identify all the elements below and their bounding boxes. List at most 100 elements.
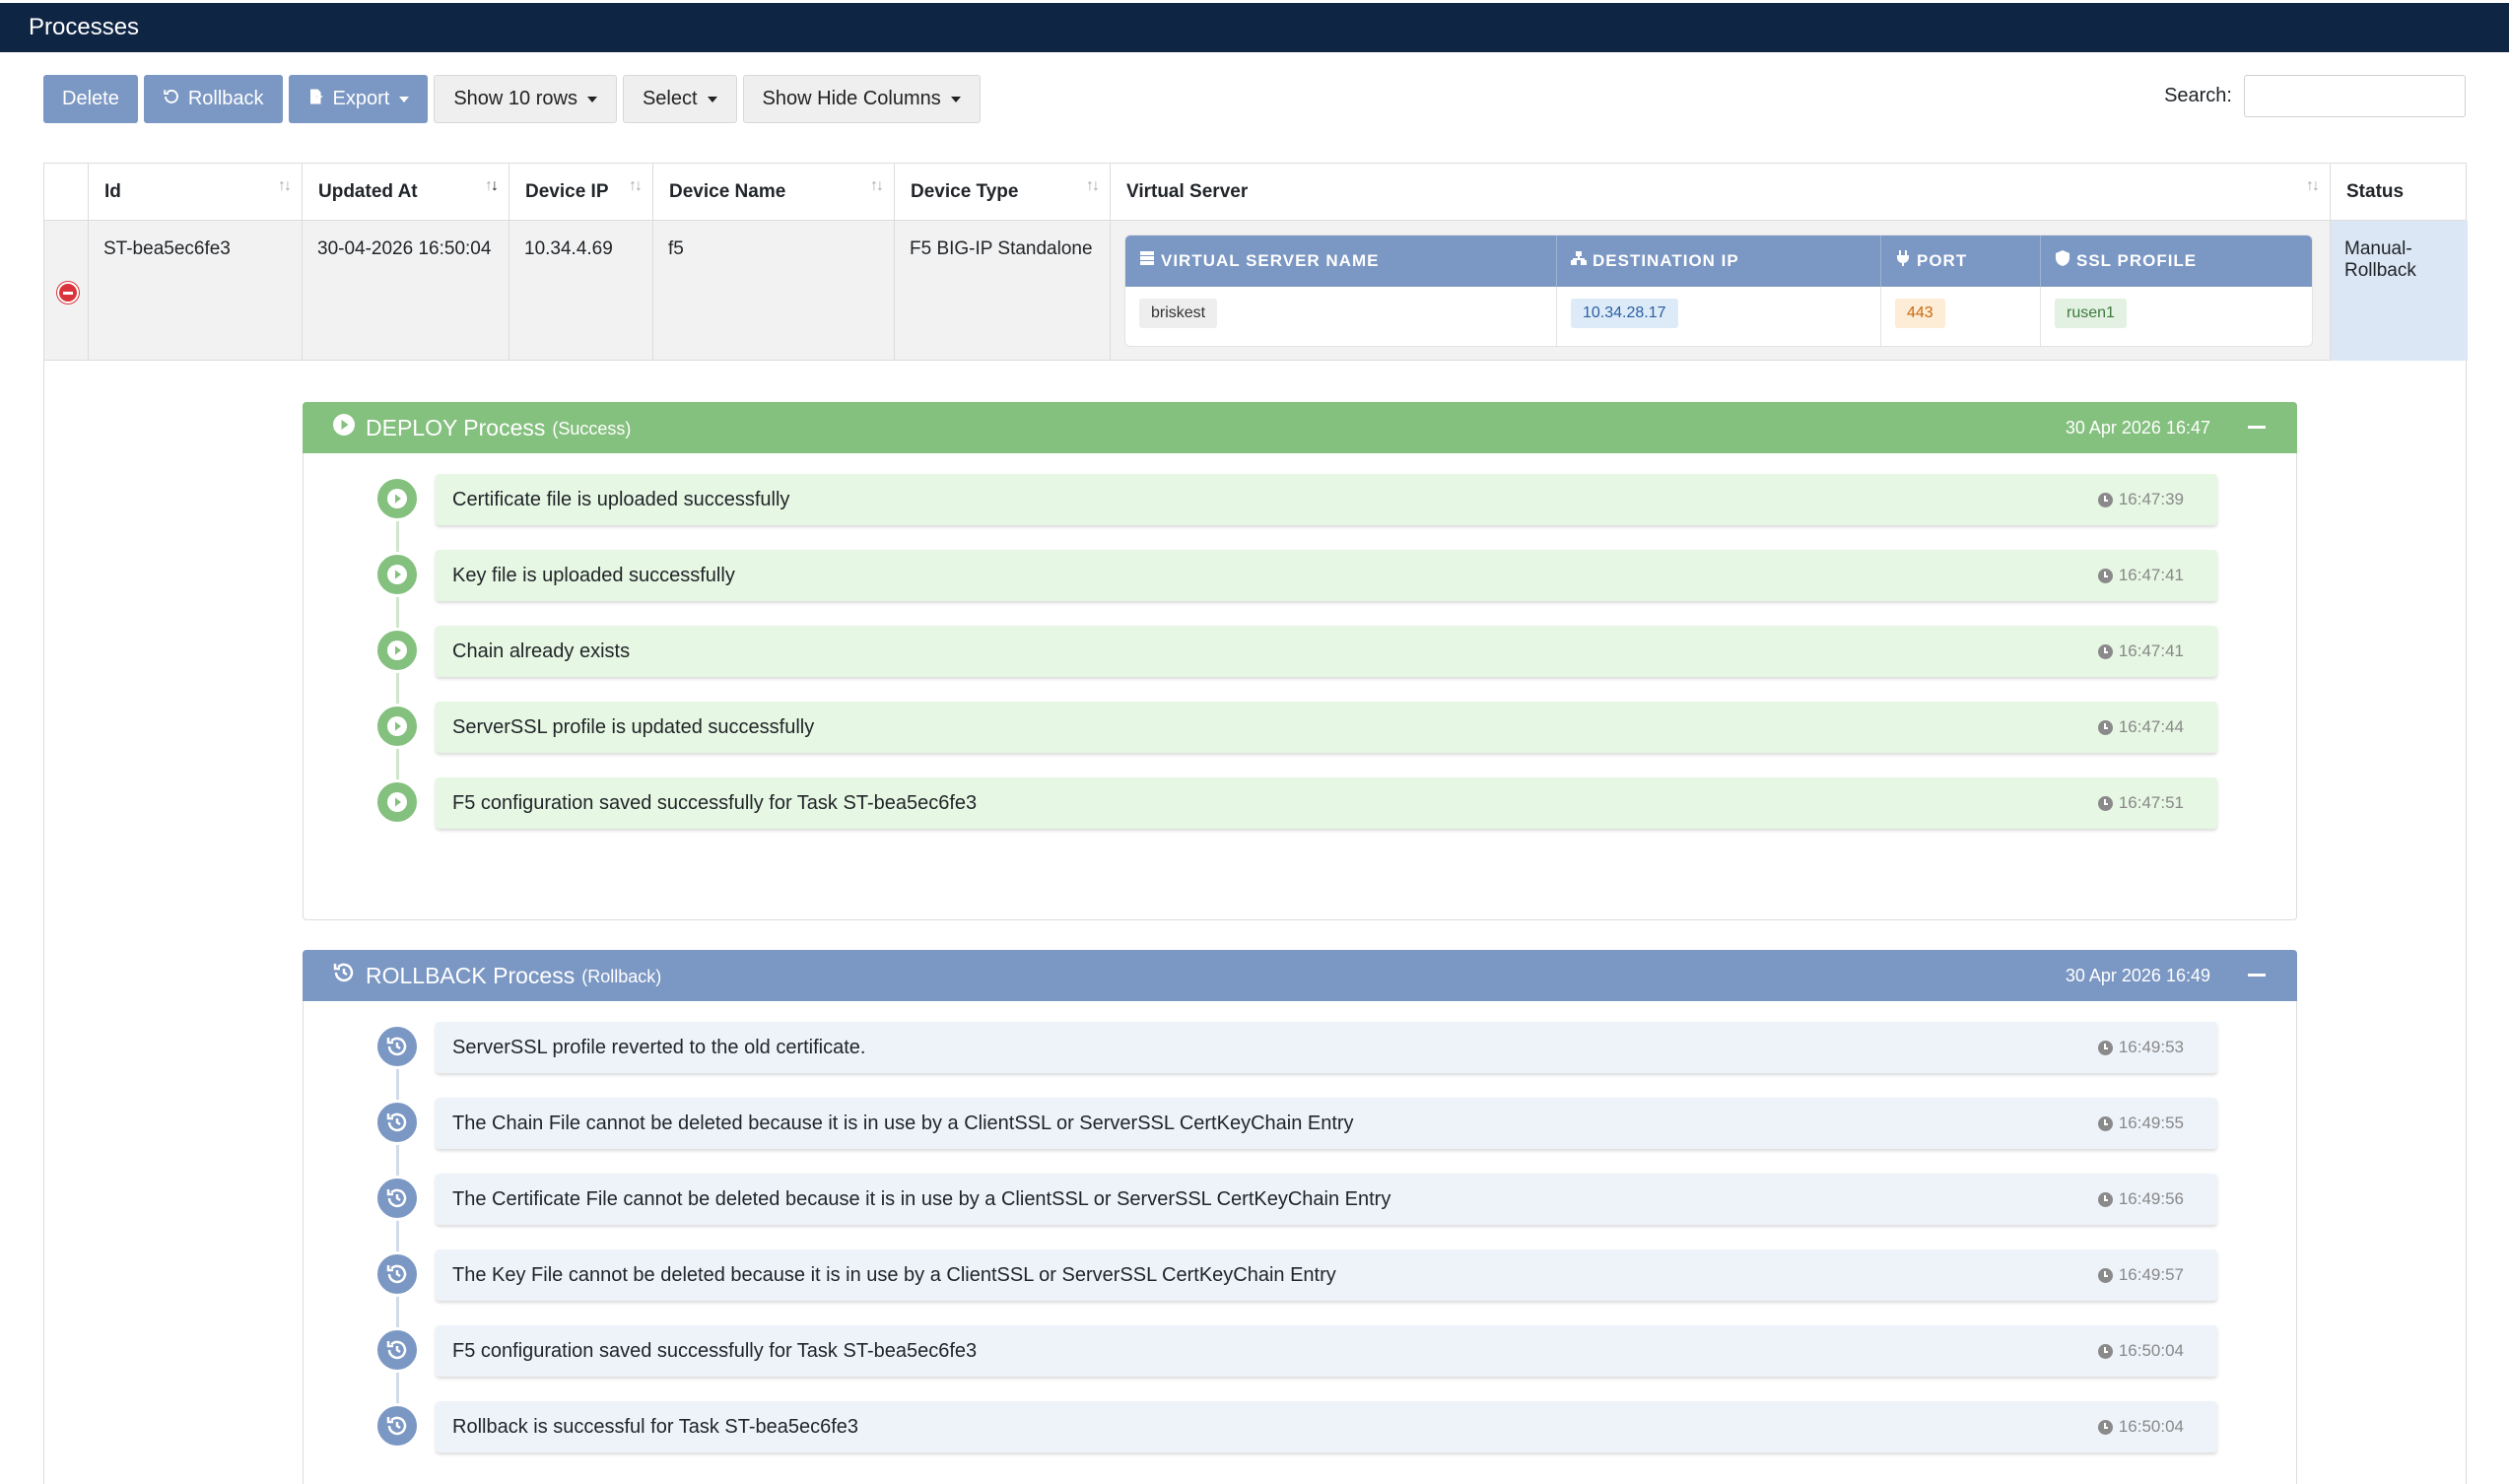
show-hide-columns-label: Show Hide Columns xyxy=(762,88,941,109)
column-header-virtual-server[interactable]: Virtual Server ↑↓ xyxy=(1111,164,2331,221)
vs-cell-ssl-profile: rusen1 xyxy=(2041,287,2312,346)
play-circle-icon xyxy=(374,552,420,597)
network-icon xyxy=(1571,236,1587,287)
cell-device-name: f5 xyxy=(653,221,895,361)
column-header-updated-at[interactable]: Updated At ↑↓ xyxy=(303,164,509,221)
sort-icon: ↑↓ xyxy=(629,177,643,194)
deploy-process-panel: DEPLOY Process (Success) 30 Apr 2026 16:… xyxy=(303,402,2297,920)
vs-header-name: VIRTUAL SERVER NAME xyxy=(1125,236,1557,287)
vs-header-ssl-profile: SSL PROFILE xyxy=(2041,236,2312,287)
toolbar: Delete Rollback Export Show 10 rows Sele… xyxy=(43,75,981,123)
sort-desc-icon: ↑↓ xyxy=(485,177,499,194)
cell-device-type: F5 BIG-IP Standalone xyxy=(895,221,1111,361)
history-icon xyxy=(374,1176,420,1221)
deploy-process-status: (Success) xyxy=(552,419,632,438)
destination-ip-chip: 10.34.28.17 xyxy=(1571,299,1678,328)
rollback-process-status: (Rollback) xyxy=(581,967,662,986)
history-icon xyxy=(332,961,356,990)
timeline-step-text: Certificate file is uploaded successfull… xyxy=(452,489,790,510)
clock-icon xyxy=(2097,1115,2113,1131)
collapse-icon[interactable] xyxy=(2248,974,2266,977)
chevron-down-icon xyxy=(950,96,961,102)
server-icon xyxy=(1139,236,1155,287)
clock-icon xyxy=(2097,795,2113,811)
timeline-step-time: 16:49:57 xyxy=(2097,1249,2184,1301)
chevron-down-icon xyxy=(707,96,717,102)
search-area: Search: xyxy=(2164,75,2466,117)
rollback-process-title: ROLLBACK Process xyxy=(366,962,576,988)
virtual-server-header: VIRTUAL SERVER NAME DESTINATION IP PORT … xyxy=(1125,236,2312,287)
timeline-step-time: 16:47:39 xyxy=(2097,474,2184,525)
rollback-process-header[interactable]: ROLLBACK Process (Rollback) 30 Apr 2026 … xyxy=(303,950,2297,1001)
timeline-step-text: F5 configuration saved successfully for … xyxy=(452,792,978,814)
collapse-icon[interactable] xyxy=(2248,426,2266,429)
timeline-step: Rollback is successful for Task ST-bea5e… xyxy=(436,1401,2217,1452)
history-icon xyxy=(374,1024,420,1069)
deploy-process-date: 30 Apr 2026 16:47 xyxy=(2065,417,2210,438)
deploy-process-header[interactable]: DEPLOY Process (Success) 30 Apr 2026 16:… xyxy=(303,402,2297,453)
column-header-status: Status xyxy=(2346,181,2405,202)
clock-icon xyxy=(2097,1419,2113,1435)
history-icon xyxy=(374,1100,420,1145)
cell-id: ST-bea5ec6fe3 xyxy=(89,221,303,361)
timeline-step-time: 16:47:41 xyxy=(2097,626,2184,677)
plug-icon xyxy=(1895,236,1911,287)
vs-header-destination-ip: DESTINATION IP xyxy=(1557,236,1881,287)
clock-icon xyxy=(2097,1040,2113,1055)
file-export-icon xyxy=(307,88,325,111)
processes-table: Id ↑↓ Updated At ↑↓ Device IP ↑↓ Device … xyxy=(43,163,2468,1484)
play-circle-icon xyxy=(374,779,420,825)
column-header-expand xyxy=(44,164,89,221)
rollback-button[interactable]: Rollback xyxy=(143,75,283,123)
port-chip: 443 xyxy=(1895,299,1945,328)
clock-icon xyxy=(2097,1343,2113,1359)
timeline-step: Certificate file is uploaded successfull… xyxy=(436,474,2217,525)
search-input[interactable] xyxy=(2244,75,2466,117)
cell-virtual-server: VIRTUAL SERVER NAME DESTINATION IP PORT … xyxy=(1111,221,2331,361)
deploy-process-title: DEPLOY Process xyxy=(366,414,546,440)
export-button[interactable]: Export xyxy=(288,75,429,123)
timeline-step-text: Key file is uploaded successfully xyxy=(452,565,735,586)
row-expand-cell xyxy=(44,221,89,361)
timeline-step: ServerSSL profile is updated successfull… xyxy=(436,702,2217,753)
timeline-step: Key file is uploaded successfully 16:47:4… xyxy=(436,550,2217,601)
show-hide-columns-dropdown[interactable]: Show Hide Columns xyxy=(742,75,981,123)
column-header-device-ip[interactable]: Device IP ↑↓ xyxy=(509,164,653,221)
play-circle-icon xyxy=(332,413,356,442)
collapse-row-icon[interactable] xyxy=(57,282,79,304)
timeline-step-text: The Chain File cannot be deleted because… xyxy=(452,1113,1354,1134)
delete-button-label: Delete xyxy=(62,88,119,109)
timeline-step: F5 configuration saved successfully for … xyxy=(436,777,2217,829)
timeline-line xyxy=(396,1032,399,1441)
timeline-step-text: F5 configuration saved successfully for … xyxy=(452,1340,978,1362)
cell-device-ip: 10.34.4.69 xyxy=(509,221,653,361)
chevron-down-icon xyxy=(399,96,410,102)
clock-icon xyxy=(2097,1267,2113,1283)
timeline-step-text: The Certificate File cannot be deleted b… xyxy=(452,1188,1391,1210)
page-title-bar: Processes xyxy=(0,3,2509,52)
column-header-device-name[interactable]: Device Name ↑↓ xyxy=(653,164,895,221)
rollback-process-date: 30 Apr 2026 16:49 xyxy=(2065,965,2210,985)
cell-updated-at: 30-04-2026 16:50:04 xyxy=(303,221,509,361)
column-header-device-type[interactable]: Device Type ↑↓ xyxy=(895,164,1111,221)
timeline-step-time: 16:47:44 xyxy=(2097,702,2184,753)
select-label: Select xyxy=(642,88,698,109)
select-dropdown[interactable]: Select xyxy=(622,75,737,123)
history-icon xyxy=(374,1251,420,1297)
timeline-step: Chain already exists 16:47:41 xyxy=(436,626,2217,677)
page-title: Processes xyxy=(29,14,140,40)
timeline-step-text: Rollback is successful for Task ST-bea5e… xyxy=(452,1416,859,1438)
sort-icon: ↑↓ xyxy=(1086,177,1100,194)
timeline-step: ServerSSL profile reverted to the old ce… xyxy=(436,1022,2217,1073)
table-row[interactable]: ST-bea5ec6fe3 30-04-2026 16:50:04 10.34.… xyxy=(44,221,2468,361)
ssl-profile-chip: rusen1 xyxy=(2055,299,2127,328)
play-circle-icon xyxy=(374,476,420,521)
show-rows-dropdown[interactable]: Show 10 rows xyxy=(434,75,617,123)
timeline-step-text: The Key File cannot be deleted because i… xyxy=(452,1264,1336,1286)
delete-button[interactable]: Delete xyxy=(43,75,138,123)
play-circle-icon xyxy=(374,704,420,749)
export-button-label: Export xyxy=(332,88,390,109)
vs-cell-name: briskest xyxy=(1125,287,1557,346)
column-header-id[interactable]: Id ↑↓ xyxy=(89,164,303,221)
clock-icon xyxy=(2097,719,2113,735)
